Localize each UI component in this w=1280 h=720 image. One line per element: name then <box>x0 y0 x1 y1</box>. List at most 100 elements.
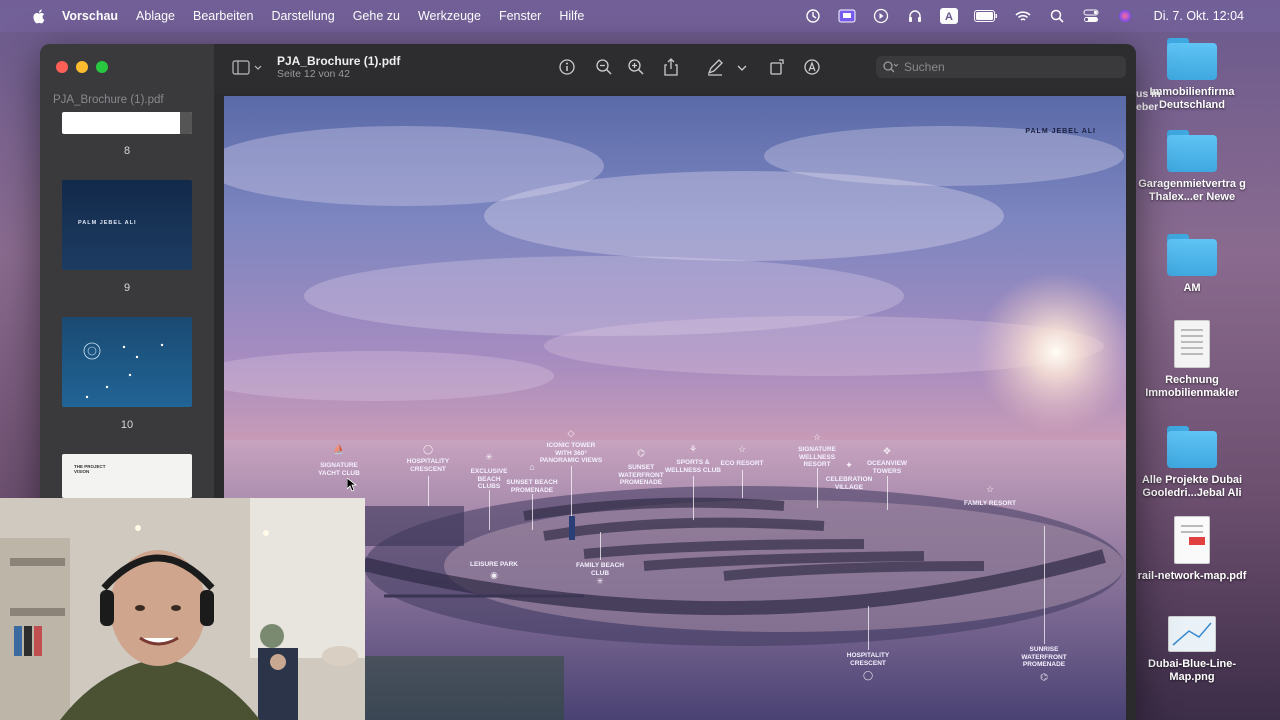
page-thumbnail-9[interactable]: PALM JEBEL ALI <box>62 180 192 270</box>
poi-label: HOSPITALITY CRESCENT <box>406 458 450 473</box>
poi-label: FAMILY RESORT <box>963 500 1017 507</box>
location-pin-icon: ◯ <box>422 444 434 454</box>
menubar-clock[interactable]: Di. 7. Okt. 12:04 <box>1154 9 1244 23</box>
menu-hilfe[interactable]: Hilfe <box>559 9 584 23</box>
search-input[interactable] <box>904 60 1104 74</box>
yacht-icon: ⛵ <box>333 444 345 454</box>
waterfront-icon: ⌬ <box>637 448 645 458</box>
desktop-file-rechnung[interactable]: Rechnung Immobilienmakler <box>1130 320 1254 400</box>
folder-icon <box>1167 426 1217 468</box>
location-pin-icon: ◯ <box>862 670 874 680</box>
zoom-in-icon[interactable] <box>627 58 645 76</box>
page-thumbnail-11[interactable]: THE PROJECT VISION <box>62 454 192 498</box>
pdf-brand-label: PALM JEBEL ALI <box>1025 128 1096 135</box>
maximize-button[interactable] <box>96 61 108 73</box>
poi-label: ICONIC TOWER WITH 360° PANORAMIC VIEWS <box>539 442 603 464</box>
page-thumbnail-10[interactable] <box>62 317 192 407</box>
svg-text:A: A <box>945 11 953 23</box>
apple-menu-icon[interactable] <box>28 8 48 24</box>
partial-text-line: us in <box>1136 88 1161 100</box>
menu-gehe-zu[interactable]: Gehe zu <box>353 9 400 23</box>
webcam-video-frame <box>0 498 365 720</box>
waterfront-icon: ⌬ <box>1040 672 1048 682</box>
keyboard-input-icon[interactable]: A <box>939 8 958 24</box>
desktop-icon-label: Alle Projekte Dubai Gooledri...Jebal Ali <box>1141 474 1243 499</box>
page-indicator: Seite 12 von 42 <box>277 68 350 80</box>
poi-label: SUNSET BEACH PROMENADE <box>506 479 558 494</box>
zoom-out-icon[interactable] <box>595 58 613 76</box>
desktop-folder-garagenmietvertrag[interactable]: Garagenmietvertra g Thalex...er Newe <box>1130 130 1254 204</box>
menu-bar: Vorschau Ablage Bearbeiten Darstellung G… <box>0 0 1280 32</box>
window-controls <box>56 61 108 73</box>
leisure-icon: ◉ <box>490 570 498 580</box>
document-title: PJA_Brochure (1).pdf <box>277 54 401 68</box>
page-thumbnail-8[interactable] <box>62 112 192 134</box>
menu-ablage[interactable]: Ablage <box>136 9 175 23</box>
headphones-icon[interactable] <box>906 8 924 24</box>
folder-icon <box>1167 38 1217 80</box>
search-icon <box>883 61 898 73</box>
share-icon[interactable] <box>662 58 680 76</box>
menu-fenster[interactable]: Fenster <box>499 9 541 23</box>
page-number-label: 9 <box>123 282 131 294</box>
desktop-icon-label: AM <box>1183 282 1201 294</box>
toolbar: PJA_Brochure (1).pdf Seite 12 von 42 <box>214 44 1136 94</box>
poi-label: SIGNATURE YACHT CLUB <box>318 462 360 477</box>
partial-desktop-text: us in eber <box>1136 88 1161 114</box>
thumbnail-text: THE PROJECT VISION <box>74 464 106 474</box>
annotate-icon[interactable] <box>803 58 821 76</box>
tower-icon: ◇ <box>567 428 575 438</box>
family-star-icon: ☆ <box>985 484 995 494</box>
desktop-file-rail-network-map[interactable]: rail-network-map.pdf <box>1130 516 1254 583</box>
page-number-label: 8 <box>123 145 131 157</box>
menu-app-vorschau[interactable]: Vorschau <box>62 9 118 23</box>
poi-label: ECO RESORT <box>720 460 764 467</box>
menu-bearbeiten[interactable]: Bearbeiten <box>193 9 253 23</box>
poi-label: SUNSET WATERFRONT PROMENADE <box>618 464 664 486</box>
promenade-icon: ⌂ <box>529 462 535 472</box>
poi-label: OCEANVIEW TOWERS <box>866 460 908 475</box>
palm-icon: ✳ <box>485 452 493 462</box>
poi-label: SUNRISE WATERFRONT PROMENADE <box>1021 646 1067 668</box>
menu-darstellung[interactable]: Darstellung <box>271 9 334 23</box>
page-number-label: 10 <box>120 419 134 431</box>
pdf-file-icon <box>1174 516 1210 564</box>
screen-time-icon[interactable] <box>804 8 822 24</box>
wellness-star-icon: ☆ <box>812 432 822 442</box>
webcam-overlay <box>0 498 365 720</box>
desktop-folder-am[interactable]: AM <box>1130 234 1254 295</box>
poi-label: SIGNATURE WELLNESS RESORT <box>798 446 836 468</box>
desktop-icon-label: Garagenmietvertra g Thalex...er Newe <box>1138 178 1246 203</box>
menu-werkzeuge[interactable]: Werkzeuge <box>418 9 481 23</box>
thumbnail-text: PALM JEBEL ALI <box>78 220 137 226</box>
close-button[interactable] <box>56 61 68 73</box>
folder-icon <box>1167 130 1217 172</box>
desktop-icon-label: Dubai-Blue-Line-Map.png <box>1148 658 1236 683</box>
desktop-icon-label: Rechnung Immobilienmakler <box>1145 374 1239 399</box>
siri-icon[interactable] <box>1116 8 1134 24</box>
folder-icon <box>1167 234 1217 276</box>
sidebar-toggle-icon[interactable] <box>232 59 262 77</box>
image-file-icon <box>1168 616 1216 652</box>
info-icon[interactable] <box>558 58 576 76</box>
minimize-button[interactable] <box>76 61 88 73</box>
battery-icon[interactable] <box>973 8 998 24</box>
chevron-down-icon[interactable] <box>736 58 748 76</box>
wifi-icon[interactable] <box>1014 8 1032 24</box>
poi-label: HOSPITALITY CRESCENT <box>846 652 890 667</box>
desktop-folder-alle-projekte-dubai[interactable]: Alle Projekte Dubai Gooledri...Jebal Ali <box>1130 426 1254 500</box>
search-field[interactable] <box>876 56 1126 78</box>
search-icon[interactable] <box>1048 8 1066 24</box>
sports-icon: ⚘ <box>688 444 698 454</box>
desktop-icon-label: rail-network-map.pdf <box>1137 570 1247 582</box>
rotate-icon[interactable] <box>769 58 787 76</box>
celebration-icon: ✦ <box>845 460 853 470</box>
poi-label: CELEBRATION VILLAGE <box>825 476 873 491</box>
screen-mirroring-icon[interactable] <box>838 8 856 24</box>
document-icon <box>1174 320 1210 368</box>
control-center-icon[interactable] <box>1082 8 1100 24</box>
desktop-file-dubai-blue-line-map[interactable]: Dubai-Blue-Line-Map.png <box>1130 616 1254 684</box>
markup-pen-icon[interactable] <box>706 58 724 76</box>
play-icon[interactable] <box>872 8 890 24</box>
desktop-icons: Immobilienfirma Deutschland Garagenmietv… <box>1130 32 1280 720</box>
